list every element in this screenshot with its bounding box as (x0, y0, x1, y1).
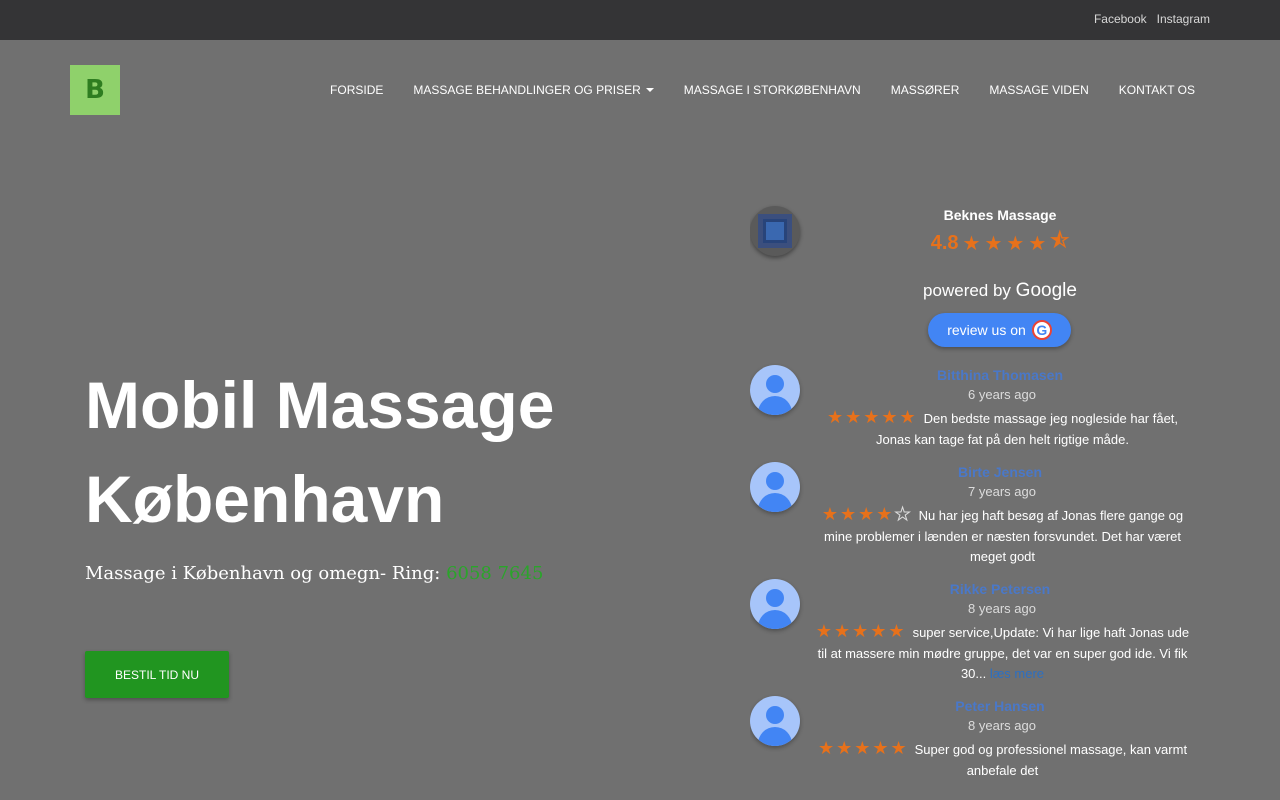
business-name: Beknes Massage (943, 207, 1057, 223)
nav-label: KONTAKT OS (1118, 83, 1195, 97)
star-rating-icon: ★★★★★ (815, 621, 907, 641)
nav-label: MASSAGE I STORKØBENHAVN (683, 83, 861, 97)
logo-letter: B (85, 75, 105, 105)
half-star-icon: ⯪ (1050, 230, 1070, 252)
hero-subtitle: Massage i København og omegn- Ring: 6058… (85, 563, 543, 584)
star-icon: ★ (1006, 232, 1025, 255)
google-g-icon: G (1031, 320, 1052, 340)
rating-value: 4.8 (930, 231, 959, 254)
nav-item-forside[interactable]: FORSIDE (315, 83, 398, 97)
reviewer-avatar (750, 579, 800, 629)
google-wordmark: Google (1015, 280, 1077, 301)
review-text: ★★★★★ Nu har jeg haft besøg af Jonas fler… (810, 504, 1195, 568)
nav-label: MASSAGE VIDEN (989, 83, 1089, 97)
review-text: ★★★★★ super service,Update: Vi har lige h… (810, 621, 1195, 685)
reviewer-name[interactable]: Rikke Petersen (800, 581, 1200, 597)
star-icon: ★ (984, 232, 1003, 255)
review-body: Super god og professionel massage, kan v… (914, 742, 1188, 778)
nav-item-kontakt[interactable]: KONTAKT OS (1104, 83, 1195, 97)
reviewer-name[interactable]: Bitthina Thomasen (800, 367, 1200, 383)
reviewer-avatar (750, 365, 800, 415)
main-nav: FORSIDE MASSAGE BEHANDLINGER OG PRISER M… (315, 83, 1195, 97)
hero-title-line1: Mobil Massage (85, 368, 555, 442)
review-body: Den bedste massage jeg nogleside har fåe… (876, 411, 1179, 447)
book-now-label: BESTIL TID NU (114, 667, 200, 682)
star-rating-icon: ★★★★★ (817, 738, 909, 758)
instagram-link[interactable]: Instagram (1157, 12, 1210, 26)
review-time: 6 years ago (968, 387, 1036, 402)
google-reviews-widget: Beknes Massage 4.8 ★ ★ ★ ★ ⯪ powered by … (750, 200, 1200, 800)
reviewer-name[interactable]: Peter Hansen (800, 698, 1200, 714)
read-more-link[interactable]: læs mere (990, 666, 1044, 681)
site-logo[interactable]: B (70, 65, 120, 115)
powered-prefix: powered by (923, 281, 1011, 300)
review-time: 8 years ago (968, 601, 1036, 616)
star-rating-icon: ★★★★★ (826, 407, 918, 427)
star-rating-icon: ★★★★★ (821, 504, 913, 525)
star-icon: ★ (962, 232, 981, 255)
hero-title-line2: København (85, 462, 445, 536)
reviewer-name[interactable]: Birte Jensen (800, 464, 1200, 480)
review-us-button[interactable]: review us on G (928, 313, 1071, 347)
book-now-button[interactable]: BESTIL TID NU (85, 651, 229, 698)
review-time: 7 years ago (968, 484, 1036, 499)
nav-label: FORSIDE (330, 83, 384, 97)
nav-label: MASSAGE BEHANDLINGER OG PRISER (413, 83, 641, 97)
review-text: ★★★★★ Super god og professionel massage, … (810, 738, 1195, 781)
powered-by-google: powered by Google (800, 280, 1200, 302)
phone-link[interactable]: 6058 7645 (446, 563, 543, 584)
review-text: ★★★★★ Den bedste massage jeg nogleside ha… (810, 407, 1195, 450)
reviewer-avatar (750, 462, 800, 512)
reviewer-avatar (750, 696, 800, 746)
facebook-link[interactable]: Facebook (1094, 12, 1147, 26)
nav-item-viden[interactable]: MASSAGE VIDEN (974, 83, 1103, 97)
nav-item-behandlinger[interactable]: MASSAGE BEHANDLINGER OG PRISER (398, 83, 668, 97)
review-us-label: review us on (947, 322, 1026, 338)
social-links: Facebook Instagram (1094, 12, 1210, 26)
business-logo (750, 206, 800, 256)
business-rating: 4.8 ★ ★ ★ ★ ⯪ (800, 226, 1200, 260)
hero-subtitle-text: Massage i København og omegn- Ring: (85, 563, 447, 584)
star-icon: ★ (1028, 232, 1047, 255)
nav-label: MASSØRER (890, 83, 960, 97)
caret-down-icon (645, 88, 654, 92)
nav-item-storkobenhavn[interactable]: MASSAGE I STORKØBENHAVN (669, 83, 876, 97)
nav-item-massorer[interactable]: MASSØRER (876, 83, 975, 97)
top-bar: Facebook Instagram (0, 0, 1280, 40)
hero-title: Mobil Massage København (85, 358, 685, 546)
review-time: 8 years ago (968, 718, 1036, 733)
